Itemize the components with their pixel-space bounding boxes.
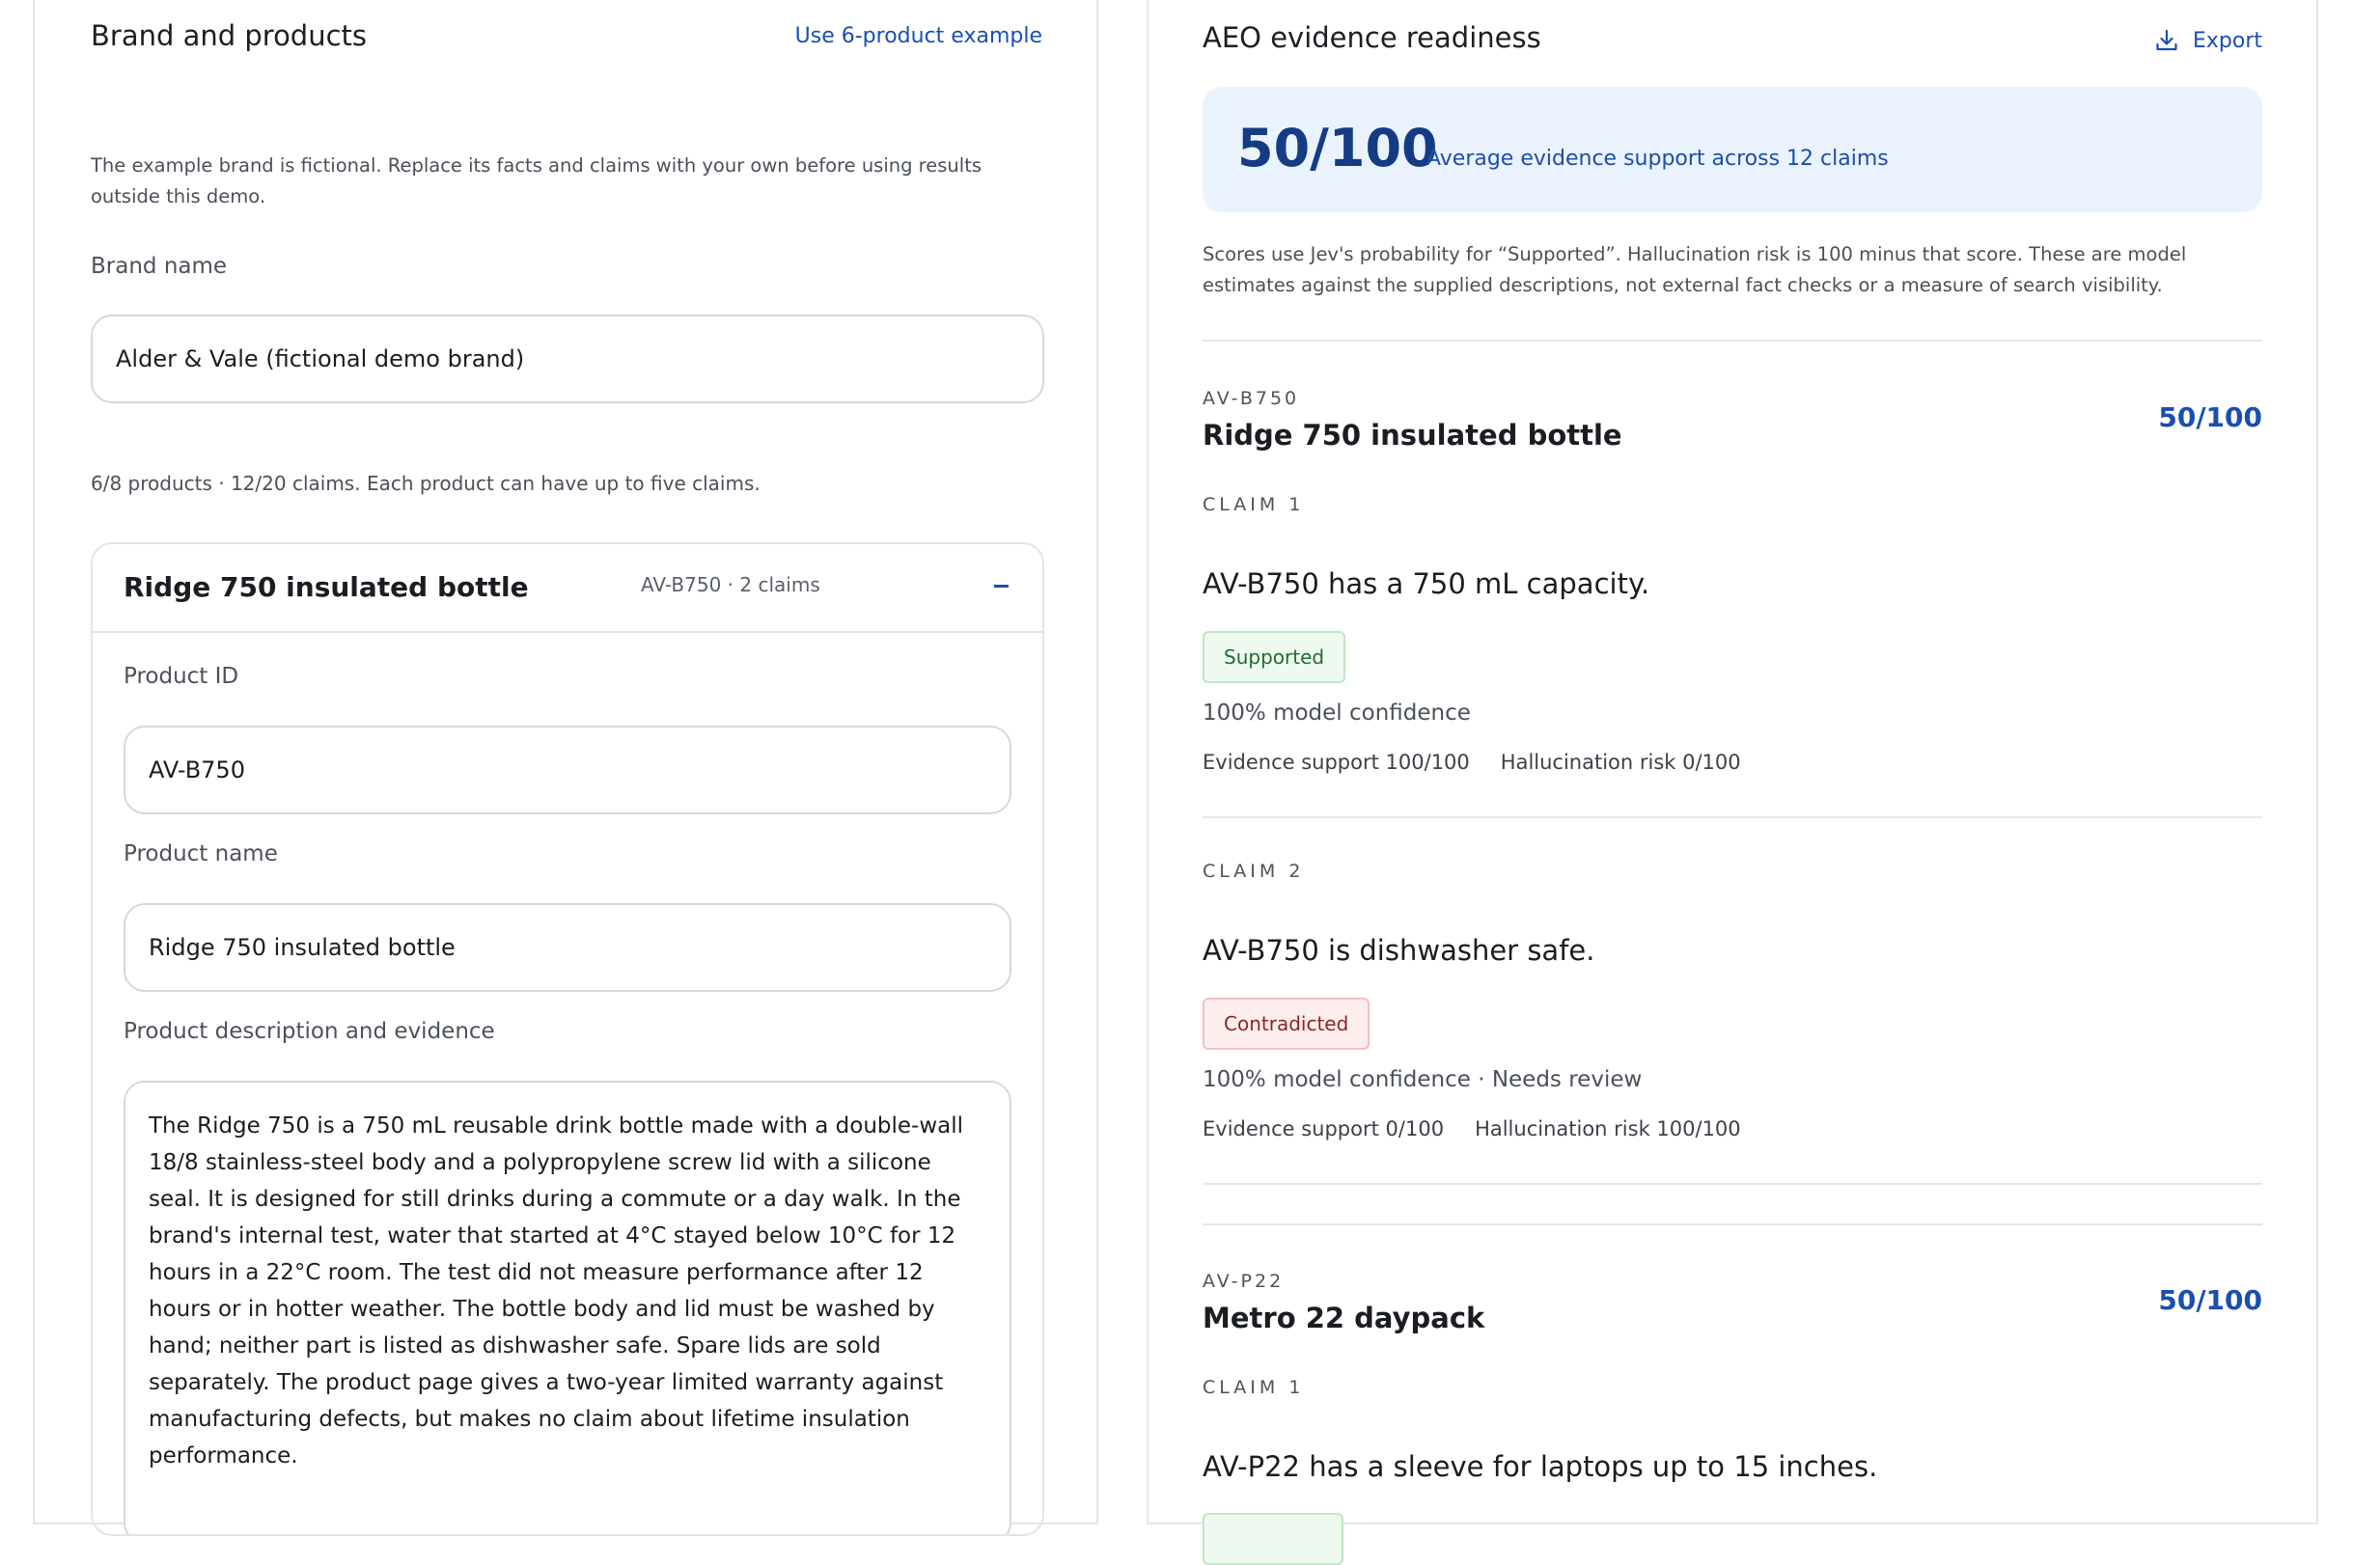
download-icon (2156, 29, 2177, 51)
panel-title: AEO evidence readiness (1203, 21, 1541, 54)
claim-text: AV-B750 has a 750 mL capacity. (1203, 567, 1650, 600)
claim-text: AV-B750 is dishwasher safe. (1203, 934, 1595, 967)
evidence-support: Evidence support 100/100 (1203, 751, 1470, 774)
product-card: Ridge 750 insulated bottle AV-B750 · 2 c… (91, 542, 1044, 1536)
disclaimer-text: The example brand is fictional. Replace … (91, 154, 982, 207)
status-badge: Supported (1203, 631, 1346, 683)
product-card-meta: AV-B750 · 2 claims (641, 573, 820, 596)
export-button[interactable]: Export (2154, 23, 2262, 58)
claim-stats: Evidence support 100/100 Hallucination r… (1203, 751, 1741, 774)
product-claim-counts: 6/8 products · 12/20 claims. Each produc… (91, 472, 761, 495)
product-name-label: Product name (124, 841, 278, 866)
overall-score-banner: 50/100 Average evidence support across 1… (1203, 87, 2262, 212)
overall-score: 50/100 (1237, 118, 1438, 178)
overall-score-description: Average evidence support across 12 claim… (1426, 147, 1889, 171)
hallucination-risk: Hallucination risk 100/100 (1475, 1117, 1741, 1140)
claim-label: CLAIM 1 (1203, 1377, 1305, 1398)
product-id-label: Product ID (124, 664, 239, 689)
product-code: AV-P22 (1203, 1271, 1285, 1292)
product-description-textarea[interactable]: The Ridge 750 is a 750 mL reusable drink… (124, 1081, 1011, 1534)
brand-name-input[interactable] (91, 315, 1044, 403)
panel-title: Brand and products (91, 19, 368, 52)
collapse-icon[interactable] (990, 573, 1013, 596)
product-code: AV-B750 (1203, 388, 1300, 409)
model-confidence: 100% model confidence (1203, 700, 1471, 726)
claim-label: CLAIM 2 (1203, 861, 1305, 882)
claim-label: CLAIM 1 (1203, 494, 1305, 515)
product-title: Ridge 750 insulated bottle (1203, 419, 1622, 452)
hallucination-risk: Hallucination risk 0/100 (1500, 751, 1741, 774)
product-score: 50/100 (2158, 1284, 2262, 1316)
claim-stats: Evidence support 0/100 Hallucination ris… (1203, 1117, 1741, 1140)
claim-text: AV-P22 has a sleeve for laptops up to 15… (1203, 1450, 1878, 1483)
product-card-title: Ridge 750 insulated bottle (124, 571, 529, 603)
brand-products-panel: Brand and products Use 6-product example… (33, 0, 1098, 1536)
divider (1203, 816, 2262, 818)
product-title: Metro 22 daypack (1203, 1302, 1485, 1334)
evidence-support: Evidence support 0/100 (1203, 1117, 1445, 1140)
product-name-input[interactable] (124, 903, 1011, 992)
divider (1203, 340, 2262, 342)
use-example-button[interactable]: Use 6-product example (795, 24, 1042, 48)
scoring-note: Scores use Jev's probability for “Suppor… (1203, 243, 2187, 296)
status-badge (1203, 1513, 1343, 1565)
product-card-header[interactable]: Ridge 750 insulated bottle AV-B750 · 2 c… (93, 544, 1042, 633)
brand-name-label: Brand name (91, 254, 228, 279)
product-description-label: Product description and evidence (124, 1019, 495, 1044)
product-id-input[interactable] (124, 726, 1011, 814)
product-divider (1203, 1223, 2262, 1225)
product-score: 50/100 (2158, 401, 2262, 433)
evidence-readiness-panel: AEO evidence readiness Export 50/100 Ave… (1147, 0, 2318, 1565)
divider (1203, 1183, 2262, 1185)
export-label: Export (2192, 28, 2262, 53)
model-confidence: 100% model confidence · Needs review (1203, 1067, 1643, 1092)
status-badge: Contradicted (1203, 998, 1370, 1050)
